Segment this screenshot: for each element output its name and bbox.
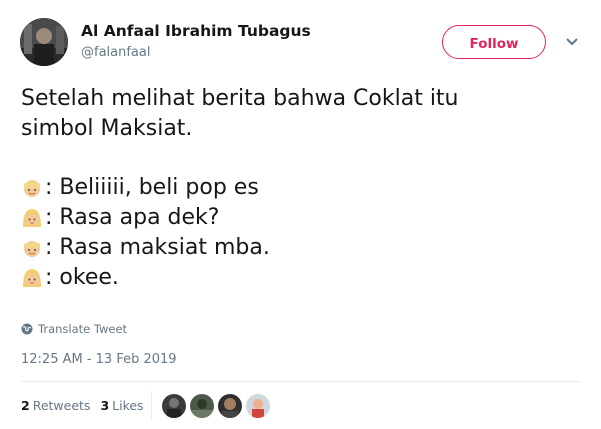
person-blond-emoji-icon: [24, 180, 40, 197]
dialogue-line: : Rasa maksiat mba.: [21, 233, 581, 263]
dialogue-text: : okee.: [45, 265, 119, 290]
tweet-text: Setelah melihat berita bahwa Coklat itu …: [21, 84, 581, 293]
liker-avatar[interactable]: [162, 394, 186, 418]
woman-blond-emoji-icon: [23, 269, 41, 287]
person-blond-emoji-icon: [24, 241, 40, 257]
author-name[interactable]: Al Anfaal Ibrahim Tubagus: [81, 22, 311, 40]
dialogue-line: : Beliiiii, beli pop es: [21, 173, 581, 203]
dialogue-line: : okee.: [21, 263, 581, 293]
tweet-line: Setelah melihat berita bahwa Coklat itu: [21, 86, 459, 111]
likes-stat[interactable]: 3 Likes: [100, 398, 143, 413]
chevron-down-icon[interactable]: [564, 36, 580, 48]
follow-button[interactable]: Follow: [442, 25, 546, 59]
dialogue-text: : Rasa apa dek?: [45, 205, 220, 230]
dialogue-text: : Beliiiii, beli pop es: [45, 175, 259, 200]
retweets-stat[interactable]: 2 Retweets: [21, 398, 90, 413]
liker-avatar[interactable]: [218, 394, 242, 418]
dialogue-line: : Rasa apa dek?: [21, 203, 581, 233]
retweets-label: Retweets: [32, 398, 91, 413]
translate-tweet-link[interactable]: Translate Tweet: [21, 322, 127, 336]
tweet-stats: 2 Retweets 3 Likes: [21, 398, 154, 413]
globe-icon: [21, 323, 33, 335]
woman-blond-emoji-icon: [23, 209, 41, 227]
tweet-timestamp[interactable]: 12:25 AM - 13 Feb 2019: [21, 352, 177, 367]
likes-count: 3: [100, 398, 110, 413]
author-avatar[interactable]: [20, 18, 68, 66]
liker-avatar[interactable]: [246, 394, 270, 418]
author-handle[interactable]: @falanfaal: [81, 45, 150, 60]
divider: [21, 381, 581, 382]
stats-divider: [151, 391, 152, 421]
liker-avatars: [162, 394, 274, 418]
likes-label: Likes: [112, 398, 144, 413]
tweet-line: simbol Maksiat.: [21, 116, 193, 141]
liker-avatar[interactable]: [190, 394, 214, 418]
translate-label[interactable]: Translate Tweet: [38, 322, 127, 336]
dialogue-text: : Rasa maksiat mba.: [45, 235, 270, 260]
retweets-count: 2: [21, 398, 30, 413]
